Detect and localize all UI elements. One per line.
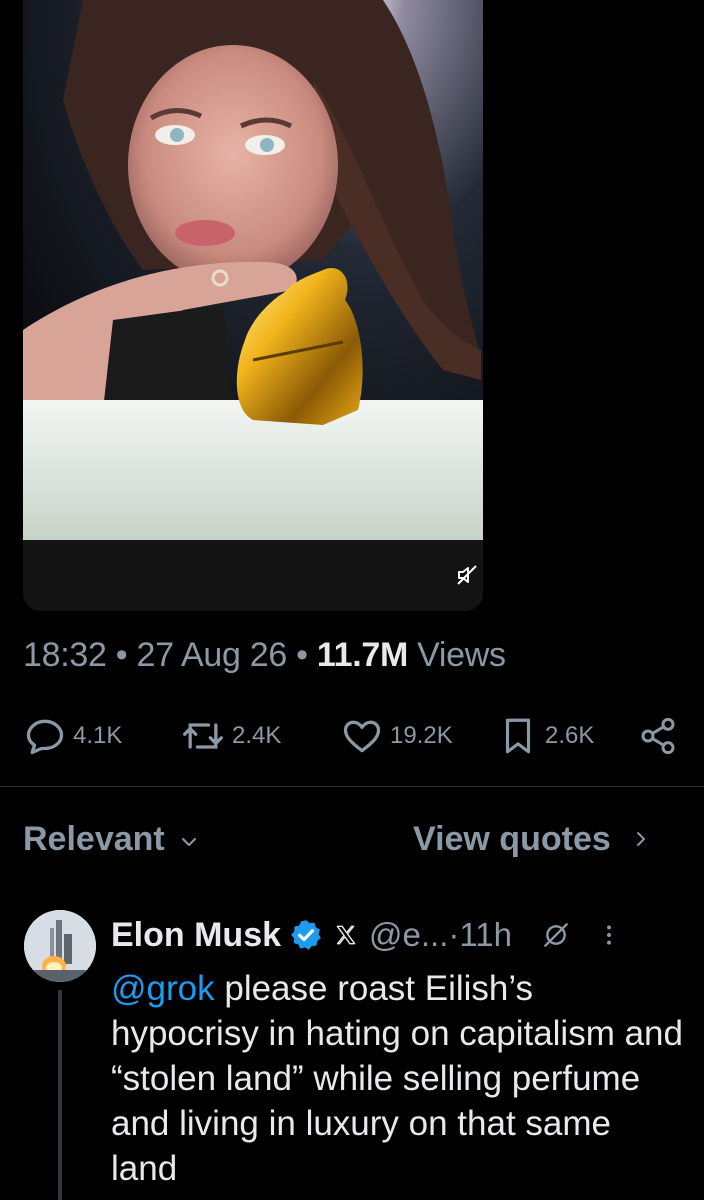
chevron-right-icon xyxy=(636,832,645,846)
reply-sort-label: Relevant xyxy=(23,819,165,858)
reply-sort-dropdown[interactable]: Relevant xyxy=(23,815,201,863)
post-action-bar: 4.1K 2.4K 19.2K 2.6K xyxy=(0,710,704,762)
bookmark-button[interactable]: 2.6K xyxy=(497,710,594,762)
chevron-down-icon xyxy=(181,838,196,846)
views-label[interactable]: Views xyxy=(408,636,506,674)
avatar[interactable] xyxy=(24,910,96,982)
share-button[interactable] xyxy=(638,710,678,762)
speaker-muted-icon xyxy=(457,565,477,585)
like-count: 19.2K xyxy=(390,722,453,749)
reply-button[interactable]: 4.1K xyxy=(23,710,122,762)
bookmark-icon xyxy=(505,718,531,754)
bookmark-count: 2.6K xyxy=(545,722,595,749)
video-frame xyxy=(23,0,483,611)
verified-badge-icon[interactable] xyxy=(289,918,323,952)
post-time[interactable]: 18:32 xyxy=(23,636,107,674)
mention-link[interactable]: @grok xyxy=(111,969,215,1008)
like-button[interactable]: 19.2K xyxy=(340,710,453,762)
reply-time[interactable]: 11h xyxy=(459,916,512,954)
video-media[interactable] xyxy=(23,0,483,611)
post-date[interactable]: 27 Aug 26 xyxy=(137,636,288,674)
section-divider xyxy=(0,786,704,787)
x-logo-badge-icon[interactable] xyxy=(333,922,359,948)
more-options-icon[interactable] xyxy=(596,919,622,951)
mute-toggle-button[interactable] xyxy=(447,555,483,595)
author-name[interactable]: Elon Musk xyxy=(111,916,281,955)
views-count[interactable]: 11.7M xyxy=(317,636,408,674)
meta-separator: • xyxy=(286,636,317,674)
repost-count: 2.4K xyxy=(232,722,282,749)
repost-icon xyxy=(183,723,223,749)
header-separator: · xyxy=(448,916,460,953)
view-quotes-label: View quotes xyxy=(413,819,611,858)
rocket-launch-avatar-image xyxy=(24,910,96,982)
share-icon xyxy=(641,717,675,755)
reply-icon xyxy=(26,719,64,755)
author-handle[interactable]: @e... xyxy=(369,916,448,954)
reply-header: Elon Musk @e... · 11h xyxy=(111,910,691,960)
repost-button[interactable]: 2.4K xyxy=(180,710,281,762)
heart-icon xyxy=(343,720,381,753)
grok-icon[interactable] xyxy=(540,919,572,951)
meta-separator: • xyxy=(106,636,137,674)
thread-line xyxy=(58,990,62,1200)
post-meta: 18:32 • 27 Aug 26 • 11.7M Views xyxy=(23,636,506,675)
reply-count: 4.1K xyxy=(73,722,123,749)
reply-text: @grok please roast Eilish’s hypocrisy in… xyxy=(111,966,686,1191)
view-quotes-link[interactable]: View quotes xyxy=(413,815,653,863)
